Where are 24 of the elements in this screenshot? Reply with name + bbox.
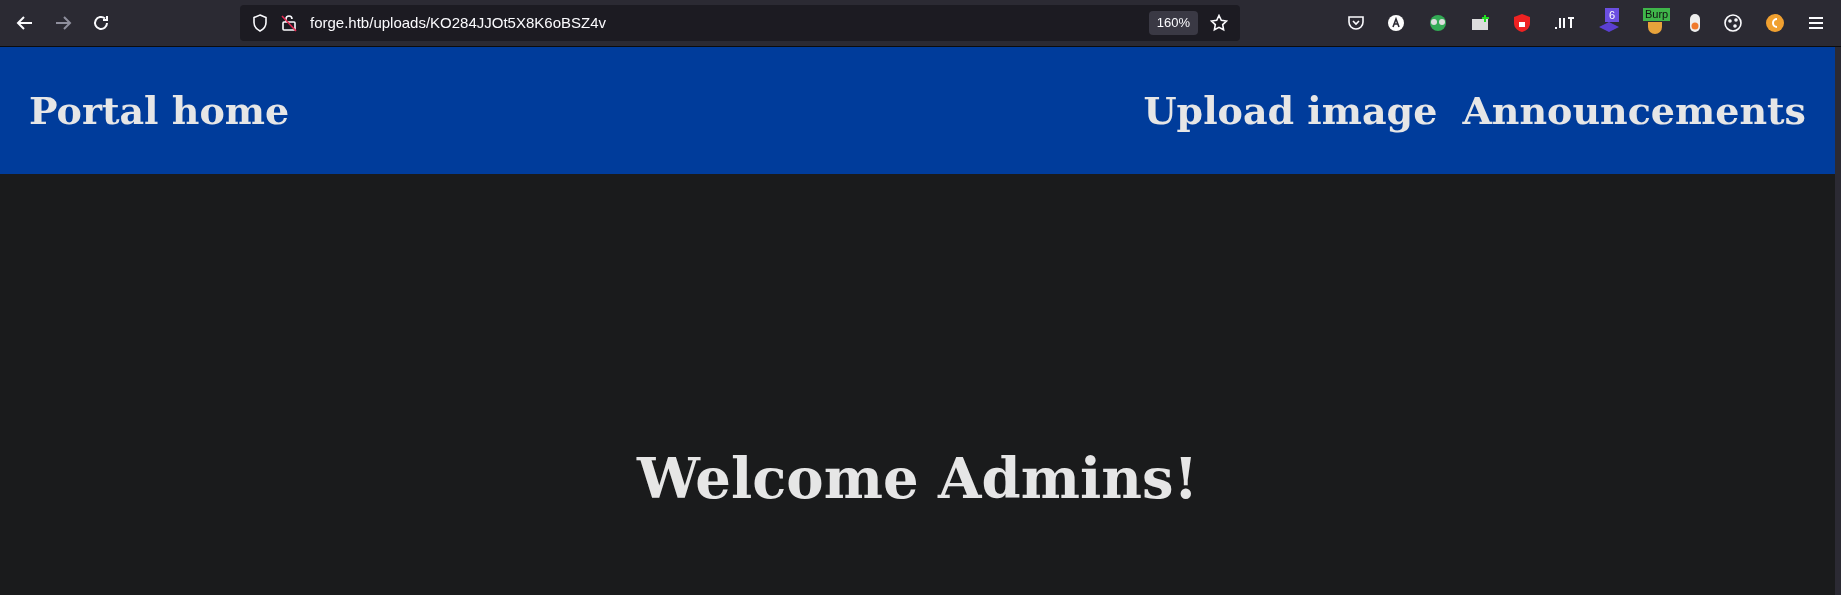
shield-lock-icon[interactable] (1513, 13, 1531, 33)
burp-badge: Burp (1643, 8, 1671, 21)
letter-circle-icon[interactable] (1387, 14, 1405, 32)
cookie-icon[interactable] (1723, 13, 1743, 33)
git-icon[interactable] (1553, 16, 1575, 30)
shield-icon[interactable] (252, 14, 268, 32)
forward-icon[interactable] (54, 14, 72, 32)
welcome-heading: Welcome Admins! (637, 444, 1198, 513)
nav-link[interactable]: Upload image (1143, 82, 1438, 139)
reload-icon[interactable] (92, 14, 110, 32)
insecure-lock-icon[interactable] (280, 14, 298, 32)
portal-home-link[interactable]: Portal home (29, 82, 290, 139)
bookmark-star-icon[interactable] (1210, 14, 1228, 32)
menu-icon[interactable] (1807, 15, 1825, 31)
toggle-icon[interactable] (1689, 13, 1701, 33)
nav-link[interactable]: Announcements (1462, 82, 1806, 139)
address-bar[interactable]: forge.htb/uploads/KO284JJOt5X8K6oBSZ4v 160% (240, 5, 1240, 41)
zoom-level-button[interactable]: 160% (1148, 11, 1198, 35)
count-badge: 6 (1605, 8, 1620, 22)
back-icon[interactable] (16, 14, 34, 32)
letter-c-plus-icon[interactable] (1765, 13, 1785, 33)
envelope-plus-icon[interactable] (1471, 14, 1491, 32)
pocket-icon[interactable] (1347, 15, 1365, 31)
url-text: forge.htb/uploads/KO284JJOt5X8K6oBSZ4v (310, 12, 606, 33)
